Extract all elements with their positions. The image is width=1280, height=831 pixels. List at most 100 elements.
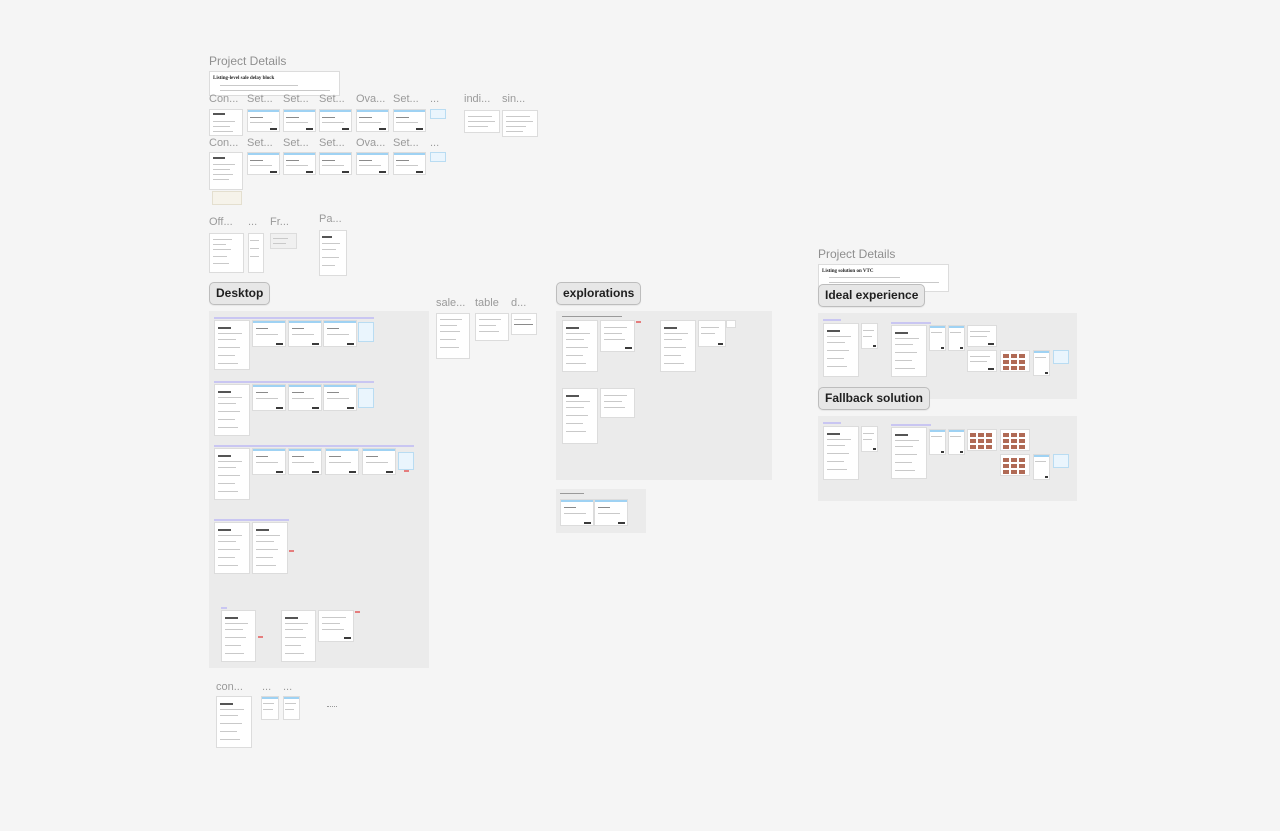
screen-thumbnail[interactable] xyxy=(948,325,965,351)
screen-thumbnail[interactable] xyxy=(209,152,243,190)
screen-thumbnail[interactable] xyxy=(325,448,359,475)
tooltip-thumbnail[interactable] xyxy=(398,452,414,470)
screen-thumbnail[interactable] xyxy=(502,110,538,137)
screen-thumbnail[interactable] xyxy=(214,522,250,574)
note-thumbnail[interactable] xyxy=(212,191,242,205)
screen-thumbnail[interactable] xyxy=(221,610,256,662)
tooltip-thumbnail[interactable] xyxy=(1053,454,1069,468)
screen-thumbnail[interactable] xyxy=(214,320,250,370)
frame-label: Fr... xyxy=(270,216,289,228)
frame-label: Ova... xyxy=(356,137,386,149)
screen-thumbnail[interactable] xyxy=(823,323,859,377)
ideal-experience-title[interactable]: Ideal experience xyxy=(818,284,926,307)
frame-label: ... xyxy=(262,681,272,693)
tooltip-thumbnail[interactable] xyxy=(430,152,446,162)
screen-thumbnail[interactable] xyxy=(319,230,347,276)
image-grid-thumbnail[interactable] xyxy=(1000,429,1030,451)
screen-thumbnail[interactable] xyxy=(252,384,286,411)
screen-thumbnail[interactable] xyxy=(511,313,537,335)
screen-thumbnail[interactable] xyxy=(270,233,297,249)
screen-thumbnail[interactable] xyxy=(436,313,470,359)
screen-thumbnail[interactable] xyxy=(356,152,389,175)
project-details-label: Project Details xyxy=(209,54,287,68)
screen-thumbnail[interactable] xyxy=(600,388,635,418)
project-doc-title: Listing solution on VTC xyxy=(822,269,874,274)
project-doc-title: Listing-level sale delay block xyxy=(213,76,275,81)
screen-thumbnail[interactable] xyxy=(393,152,426,175)
frame-label: Con... xyxy=(209,137,239,149)
image-grid-thumbnail[interactable] xyxy=(967,429,997,451)
screen-thumbnail[interactable] xyxy=(475,313,509,341)
screen-thumbnail[interactable] xyxy=(319,152,352,175)
tooltip-thumbnail[interactable] xyxy=(358,388,374,408)
screen-thumbnail[interactable] xyxy=(288,320,322,347)
screen-thumbnail[interactable] xyxy=(967,350,997,372)
screen-thumbnail[interactable] xyxy=(214,384,250,436)
screen-thumbnail[interactable] xyxy=(281,610,316,662)
fallback-solution-title[interactable]: Fallback solution xyxy=(818,387,931,410)
screen-thumbnail[interactable] xyxy=(216,696,252,748)
screen-thumbnail[interactable] xyxy=(247,109,280,132)
screen-thumbnail[interactable] xyxy=(1033,350,1050,376)
screen-thumbnail[interactable] xyxy=(594,499,628,526)
screen-thumbnail[interactable] xyxy=(948,429,965,455)
screen-thumbnail[interactable] xyxy=(247,152,280,175)
screen-thumbnail[interactable] xyxy=(929,429,946,455)
screen-thumbnail[interactable] xyxy=(967,325,997,347)
screen-thumbnail[interactable] xyxy=(861,323,878,349)
screen-thumbnail[interactable] xyxy=(562,320,598,372)
frame-label: ... xyxy=(430,137,440,149)
tooltip-thumbnail[interactable] xyxy=(1053,350,1069,364)
screen-thumbnail[interactable] xyxy=(248,233,264,273)
screen-thumbnail[interactable] xyxy=(252,448,286,475)
screen-thumbnail[interactable] xyxy=(283,152,316,175)
screen-thumbnail[interactable] xyxy=(362,448,396,475)
screen-thumbnail[interactable] xyxy=(283,109,316,132)
screen-thumbnail[interactable] xyxy=(560,499,594,526)
screen-thumbnail[interactable] xyxy=(261,696,279,720)
screen-thumbnail[interactable] xyxy=(288,384,322,411)
screen-thumbnail[interactable] xyxy=(283,696,300,720)
screen-thumbnail[interactable] xyxy=(660,320,696,372)
screen-thumbnail[interactable] xyxy=(209,109,243,136)
screen-thumbnail[interactable] xyxy=(891,427,927,479)
screen-thumbnail[interactable] xyxy=(600,320,635,352)
project-details-label: Project Details xyxy=(818,247,896,261)
frame-label: ... xyxy=(430,93,440,105)
screen-thumbnail[interactable] xyxy=(726,320,736,328)
image-grid-thumbnail[interactable] xyxy=(1000,350,1030,372)
frame-label: Set... xyxy=(393,93,419,105)
screen-thumbnail[interactable] xyxy=(356,109,389,132)
screen-thumbnail[interactable] xyxy=(288,448,322,475)
screen-thumbnail[interactable] xyxy=(823,426,859,480)
screen-thumbnail[interactable] xyxy=(861,426,878,452)
screen-thumbnail[interactable] xyxy=(929,325,946,351)
screen-thumbnail[interactable] xyxy=(562,388,598,444)
frame-label: ... xyxy=(248,216,258,228)
tooltip-thumbnail[interactable] xyxy=(430,109,446,119)
screen-thumbnail[interactable] xyxy=(698,320,726,347)
screen-thumbnail[interactable] xyxy=(393,109,426,132)
frame-label: indi... xyxy=(464,93,491,105)
screen-thumbnail[interactable] xyxy=(464,110,500,133)
frame-label: Pa... xyxy=(319,213,342,225)
image-grid-thumbnail[interactable] xyxy=(1000,454,1030,476)
screen-thumbnail[interactable] xyxy=(891,325,927,377)
screen-thumbnail[interactable] xyxy=(209,233,244,273)
screen-thumbnail[interactable] xyxy=(1033,454,1050,480)
screen-thumbnail[interactable] xyxy=(252,522,288,574)
explorations-section-title[interactable]: explorations xyxy=(556,282,642,305)
frame-label: Set... xyxy=(393,137,419,149)
screen-thumbnail[interactable] xyxy=(214,448,250,500)
tooltip-thumbnail[interactable] xyxy=(358,322,374,342)
frame-label: Ova... xyxy=(356,93,386,105)
design-canvas[interactable]: Project Details Listing-level sale delay… xyxy=(0,0,1280,831)
frame-label: Set... xyxy=(319,93,345,105)
frame-label: d... xyxy=(511,297,527,309)
screen-thumbnail[interactable] xyxy=(323,320,357,347)
screen-thumbnail[interactable] xyxy=(323,384,357,411)
screen-thumbnail[interactable] xyxy=(319,109,352,132)
desktop-section-title[interactable]: Desktop xyxy=(209,282,271,305)
screen-thumbnail[interactable] xyxy=(252,320,286,347)
screen-thumbnail[interactable] xyxy=(318,610,354,642)
